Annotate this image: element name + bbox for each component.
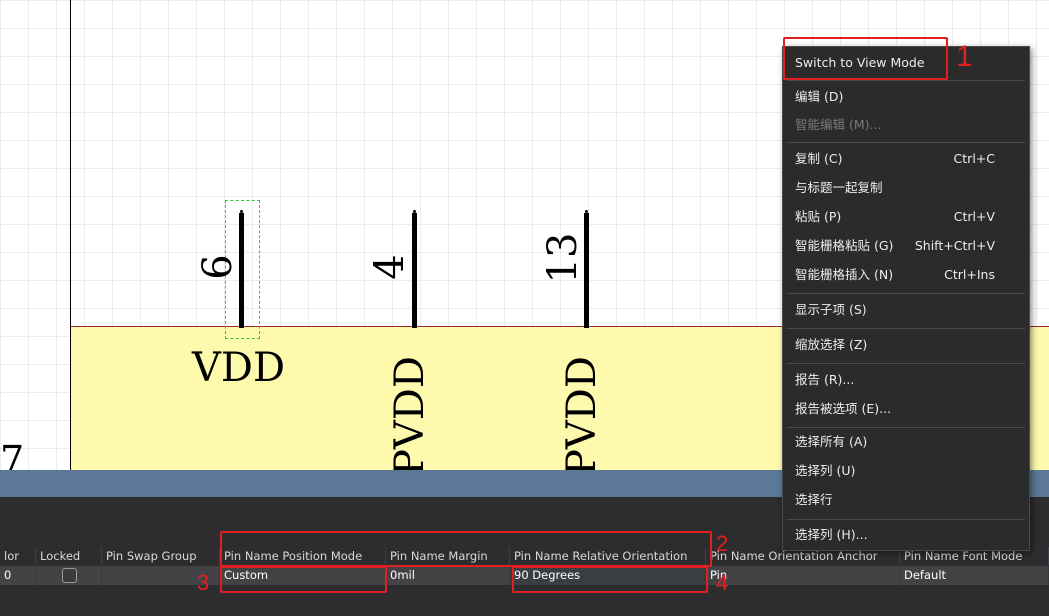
menu-separator — [787, 427, 1025, 428]
menu-item-label: 智能编辑 (M)... — [795, 117, 882, 132]
menu-item-label: 显示子项 (S) — [795, 302, 867, 317]
menu-item-label: 报告被选项 (E)... — [795, 401, 892, 416]
menu-item-select-column[interactable]: 选择列 (U) — [795, 460, 1021, 482]
cell-pin-name-font-mode[interactable]: Default — [900, 566, 1049, 585]
menu-item-shortcut: Shift+Ctrl+V — [914, 238, 995, 253]
cell-pin-name-margin[interactable]: 0mil — [386, 566, 510, 585]
annotation-box-3 — [220, 566, 387, 593]
menu-item-label: 选择所有 (A) — [795, 434, 868, 449]
column-header-pin-swap-group[interactable]: Pin Swap Group — [102, 547, 220, 565]
annotation-number-4: 4 — [716, 570, 729, 595]
annotation-number-1: 1 — [956, 40, 973, 73]
locked-checkbox[interactable] — [62, 568, 77, 583]
menu-item-label: 与标题一起复制 — [795, 180, 883, 195]
menu-item-label: 选择列 (U) — [795, 463, 856, 478]
column-header-lor[interactable]: lor — [0, 547, 36, 565]
menu-item-select-row[interactable]: 选择行 — [795, 489, 1021, 511]
menu-separator — [787, 80, 1025, 81]
menu-item-show-children[interactable]: 显示子项 (S) — [795, 299, 1021, 321]
menu-item-label: 智能栅格插入 (N) — [795, 267, 894, 282]
menu-item-smart-grid-insert[interactable]: 智能栅格插入 (N) Ctrl+Ins — [795, 264, 1021, 286]
menu-item-report-selected[interactable]: 报告被选项 (E)... — [795, 398, 1021, 420]
menu-item-copy-with-header[interactable]: 与标题一起复制 — [795, 177, 1021, 199]
menu-item-shortcut: Ctrl+C — [953, 151, 995, 166]
column-header-locked[interactable]: Locked — [36, 547, 102, 565]
pin-name-pvdd: PVDD — [387, 356, 433, 470]
partial-pin-number: 7 — [0, 438, 25, 470]
annotation-box-1 — [783, 37, 948, 80]
menu-item-smart-edit: 智能编辑 (M)... — [795, 114, 1021, 136]
menu-item-label: 缩放选择 (Z) — [795, 337, 868, 352]
menu-item-select-columns[interactable]: 选择列 (H)... — [795, 524, 1021, 546]
menu-separator — [787, 328, 1025, 329]
menu-item-zoom-selection[interactable]: 缩放选择 (Z) — [795, 334, 1021, 356]
menu-item-select-all[interactable]: 选择所有 (A) — [795, 431, 1021, 453]
annotation-box-2 — [220, 531, 712, 567]
pin-number-13: 13 — [540, 232, 586, 284]
annotation-number-3: 3 — [197, 570, 210, 595]
pin-number-6: 6 — [195, 254, 241, 280]
cell-pin-name-orientation-anchor[interactable]: Pin — [706, 566, 900, 585]
menu-item-smart-grid-paste[interactable]: 智能栅格粘贴 (G) Shift+Ctrl+V — [795, 235, 1021, 257]
menu-item-paste[interactable]: 粘贴 (P) Ctrl+V — [795, 206, 1021, 228]
pin-name-pvdd: PVDD — [559, 356, 605, 470]
menu-item-label: 粘贴 (P) — [795, 209, 842, 224]
annotation-number-2: 2 — [716, 531, 729, 556]
menu-item-label: 报告 (R)... — [795, 372, 855, 387]
menu-item-copy[interactable]: 复制 (C) Ctrl+C — [795, 148, 1021, 170]
menu-separator — [787, 519, 1025, 520]
menu-item-label: 智能栅格粘贴 (G) — [795, 238, 894, 253]
menu-item-label: 选择行 — [795, 492, 833, 507]
menu-separator — [787, 363, 1025, 364]
menu-separator — [787, 142, 1025, 143]
menu-item-report[interactable]: 报告 (R)... — [795, 369, 1021, 391]
menu-item-label: 复制 (C) — [795, 151, 843, 166]
annotation-box-4 — [512, 566, 708, 593]
context-menu: Switch to View Mode 编辑 (D) 智能编辑 (M)... 复… — [782, 46, 1030, 551]
menu-item-edit[interactable]: 编辑 (D) — [795, 86, 1021, 108]
pin-name-vdd: VDD — [192, 345, 286, 391]
pin-number-4: 4 — [367, 254, 413, 280]
menu-item-shortcut: Ctrl+Ins — [944, 267, 995, 282]
cell-lor[interactable]: 0 — [0, 566, 36, 585]
menu-item-label: 选择列 (H)... — [795, 527, 868, 542]
menu-item-label: 编辑 (D) — [795, 89, 844, 104]
menu-item-shortcut: Ctrl+V — [953, 209, 995, 224]
menu-separator — [787, 293, 1025, 294]
